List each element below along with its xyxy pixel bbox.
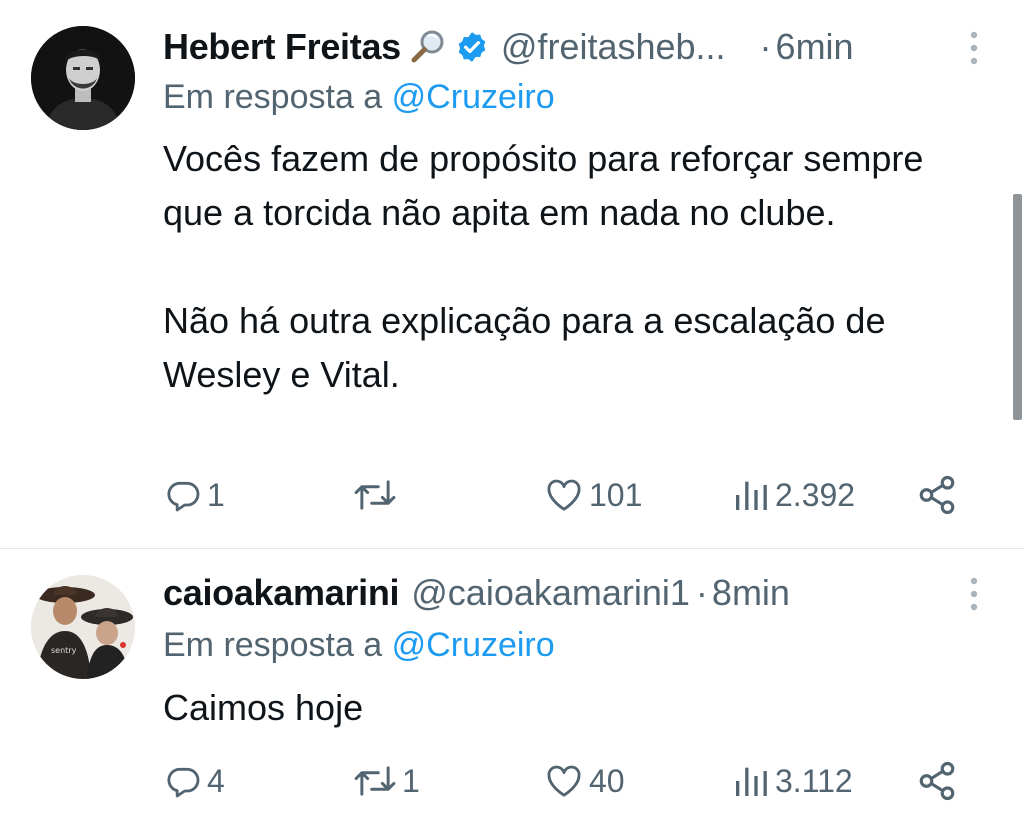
reply-icon [163, 475, 203, 515]
like-count: 40 [589, 762, 625, 799]
reply-context: Em resposta a @Cruzeiro [163, 78, 555, 117]
tweet-paragraph: Vocês fazem de propósito para reforçar s… [163, 138, 924, 233]
separator-dot: · [759, 26, 772, 67]
reply-count: 4 [207, 762, 225, 799]
like-button[interactable]: 101 [543, 470, 642, 520]
share-button[interactable] [916, 756, 958, 806]
reply-button[interactable]: 1 [163, 470, 225, 520]
tweet-paragraph: Não há outra explicação para a escalação… [163, 300, 886, 395]
views-count: 3.112 [775, 762, 853, 799]
views-icon [731, 475, 771, 515]
magnifying-glass-icon [409, 28, 447, 66]
scrollbar[interactable] [1013, 194, 1022, 420]
reply-button[interactable]: 4 [163, 756, 225, 806]
reply-mention-link[interactable]: @Cruzeiro [392, 626, 555, 664]
retweet-icon [352, 761, 398, 801]
display-name[interactable]: Hebert Freitas [163, 26, 401, 68]
share-icon [916, 474, 958, 516]
tweet-text: Vocês fazem de propósito para reforçar s… [163, 132, 983, 402]
handle[interactable]: @caioakamarini1 [411, 572, 690, 614]
handle[interactable]: @freitasheb... [501, 26, 726, 68]
display-name[interactable]: caioakamarini [163, 572, 400, 614]
retweet-button[interactable] [352, 470, 402, 520]
avatar[interactable] [31, 26, 135, 130]
avatar[interactable]: sentry [31, 575, 135, 679]
like-button[interactable]: 40 [543, 756, 625, 806]
tweet-header: Hebert Freitas @freitasheb... · 6min [163, 24, 854, 70]
svg-text:sentry: sentry [51, 646, 77, 655]
like-icon [543, 475, 585, 515]
reply-prefix: Em resposta a [163, 78, 383, 116]
views-button[interactable]: 2.392 [731, 470, 855, 520]
reply-icon [163, 761, 203, 801]
reply-context: Em resposta a @Cruzeiro [163, 626, 555, 665]
verified-icon [455, 30, 489, 64]
retweet-icon [352, 475, 398, 515]
timestamp[interactable]: 6min [776, 26, 854, 68]
retweet-button[interactable]: 1 [352, 756, 420, 806]
share-button[interactable] [916, 470, 958, 520]
action-bar: 4 1 40 3.112 [0, 756, 1024, 806]
share-icon [916, 760, 958, 802]
views-icon [731, 761, 771, 801]
reply-mention-link[interactable]: @Cruzeiro [392, 78, 555, 116]
views-count: 2.392 [775, 476, 856, 513]
like-icon [543, 761, 585, 801]
tweet-paragraph: Caimos hoje [163, 687, 364, 728]
more-icon[interactable] [970, 576, 978, 612]
timestamp[interactable]: 8min [712, 572, 790, 614]
tweet[interactable]: sentry caioakamarini @caioakamarini1 · 8… [0, 549, 1024, 833]
separator-dot: · [695, 572, 708, 613]
more-icon[interactable] [970, 30, 978, 66]
like-count: 101 [589, 476, 643, 513]
views-button[interactable]: 3.112 [731, 756, 853, 806]
action-bar: 1 101 2.392 [0, 470, 1024, 520]
reply-prefix: Em resposta a [163, 626, 383, 664]
tweet-text: Caimos hoje [163, 681, 983, 735]
reply-count: 1 [207, 476, 225, 513]
tweet[interactable]: Hebert Freitas @freitasheb... · 6min Em … [0, 0, 1024, 549]
tweet-header: caioakamarini @caioakamarini1 · 8min [163, 570, 790, 616]
retweet-count: 1 [402, 762, 420, 799]
